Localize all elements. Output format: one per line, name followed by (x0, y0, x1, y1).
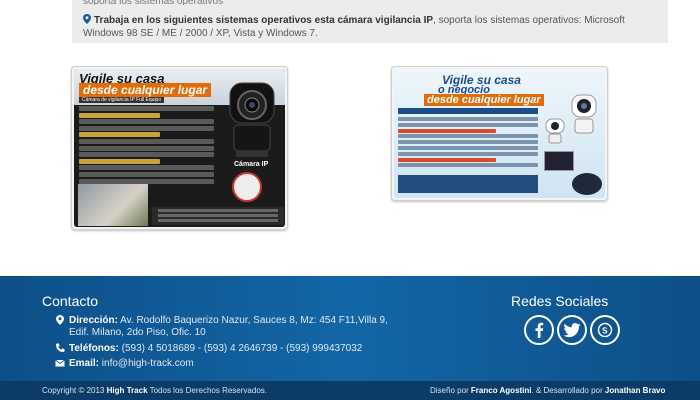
os-support-text: Trabaja en los siguientes sistemas opera… (83, 14, 663, 40)
email-row: Email: info@high-track.com (55, 358, 355, 370)
phones-text: Teléfonos: (593) 4 5018689 - (593) 4 264… (69, 343, 362, 355)
facebook-link[interactable] (524, 315, 554, 345)
ip-camera-small-image (545, 118, 565, 144)
copyright-bar: Copyright © 2013 High Track Todos los De… (0, 381, 700, 400)
os-support-heading: Trabaja en los siguientes sistemas opera… (94, 15, 434, 26)
high-track-logo (572, 173, 602, 195)
product-flyer-1: Vigile su casa desde cualquier lugar Cám… (74, 69, 285, 227)
email-text: Email: info@high-track.com (69, 358, 194, 370)
copyright-prefix: Copyright © 2013 (42, 386, 107, 395)
flyer-feature-list (79, 106, 214, 185)
flyer-photo (78, 184, 148, 226)
ip-camera-image (229, 82, 275, 157)
phones-label: Teléfonos: (69, 343, 119, 354)
map-marker-icon (56, 315, 64, 325)
skype-icon (597, 322, 613, 338)
flyer-footer (398, 175, 538, 193)
social-title: Redes Sociales (511, 293, 609, 309)
envelope-icon (55, 359, 65, 367)
camera-badge (232, 172, 262, 202)
brand-name: High Track (106, 386, 148, 395)
flyer-headline-highlight: desde cualquier lugar (79, 83, 212, 97)
facebook-icon (535, 322, 544, 338)
twitter-link[interactable] (557, 315, 587, 345)
developer-link[interactable]: Jonathan Bravo (605, 386, 665, 395)
credits-text: Diseño por Franco Agostini. & Desarrolla… (430, 386, 665, 395)
skype-link[interactable] (590, 315, 620, 345)
site-footer: Contacto Dirección: Av. Rodolfo Baqueriz… (0, 276, 700, 381)
address-text: Dirección: Av. Rodolfo Baquerizo Nazur, … (69, 315, 388, 339)
address-line-2: Edif. Milano, 2do Piso, Ofic. 10 (69, 327, 206, 338)
email-link[interactable]: info@high-track.com (102, 358, 194, 369)
flyer-subtitle: Cámara de vigilancia IP Full Equipo (79, 97, 165, 103)
design-prefix: Diseño por (430, 386, 471, 395)
flyer-subtitle-bar (398, 108, 538, 114)
dev-prefix: . & Desarrollado por (531, 386, 605, 395)
flyer-thumbnail (544, 151, 574, 171)
email-label: Email: (69, 358, 100, 369)
copyright-text: Copyright © 2013 High Track Todos los De… (42, 386, 267, 395)
flyer-footer (152, 207, 284, 225)
address-row: Dirección: Av. Rodolfo Baquerizo Nazur, … (55, 315, 388, 341)
ip-camera-image (571, 94, 597, 134)
map-marker-icon (83, 14, 91, 24)
product-image-2[interactable]: Vigile su casa o negocio desde cualquier… (391, 66, 608, 201)
address-label: Dirección: (69, 315, 118, 326)
address-line-1: Av. Rodolfo Baquerizo Nazur, Sauces 8, M… (120, 315, 388, 326)
product-flyer-2: Vigile su casa o negocio desde cualquier… (394, 69, 605, 198)
camera-label: Cámara IP (234, 161, 269, 168)
cut-off-text: soporta los sistemas operativos (83, 0, 283, 5)
flyer-feature-list (398, 117, 538, 169)
designer-link[interactable]: Franco Agostini (471, 386, 532, 395)
contact-title: Contacto (42, 293, 99, 309)
product-info-box: soporta los sistemas operativos Trabaja … (72, 0, 668, 43)
flyer-headline-highlight: desde cualquier lugar (424, 94, 544, 106)
twitter-icon (563, 322, 581, 337)
copyright-suffix: Todos los Derechos Reservados. (147, 386, 267, 395)
phones-values: (593) 4 5018689 - (593) 4 2646739 - (593… (121, 343, 363, 354)
phone-icon (56, 343, 65, 352)
phones-row: Teléfonos: (593) 4 5018689 - (593) 4 264… (55, 343, 362, 355)
product-image-1[interactable]: Vigile su casa desde cualquier lugar Cám… (71, 66, 288, 230)
